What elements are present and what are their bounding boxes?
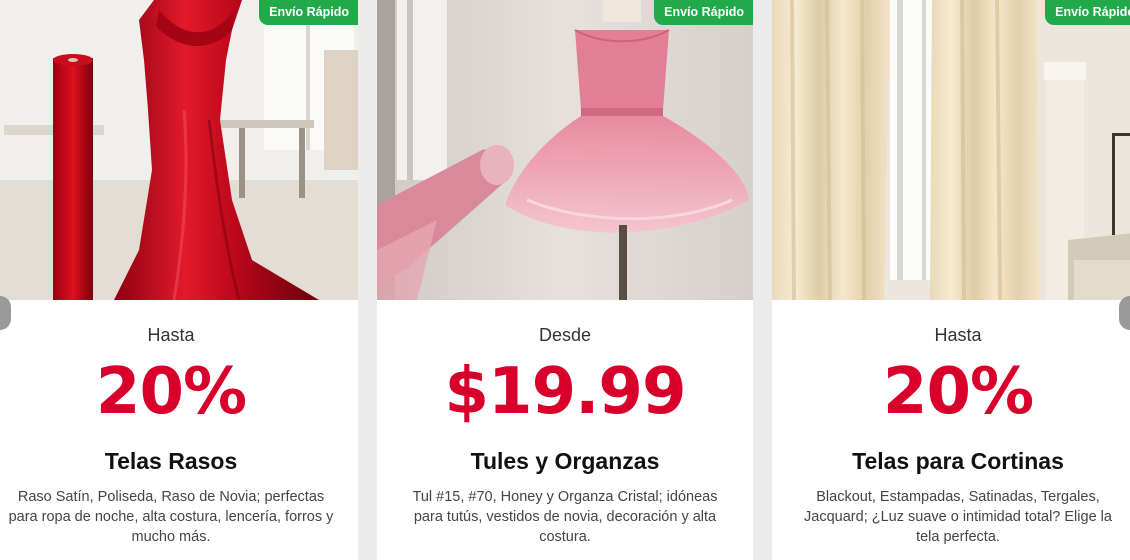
price-prefix: Hasta <box>934 325 982 345</box>
category-title[interactable]: Telas Rasos <box>0 448 358 475</box>
category-description: Blackout, Estampadas, Satinadas, Tergale… <box>804 489 1112 545</box>
card-content: Hasta 20% Telas Rasos Raso Satín, Polise… <box>0 300 358 560</box>
category-image-red-satin-dress[interactable]: Envío Rápido <box>0 0 358 300</box>
price-value: $19.99 <box>444 355 687 429</box>
chevron-right-icon[interactable] <box>1119 296 1130 330</box>
category-title[interactable]: Tules y Organzas <box>377 448 753 475</box>
price-prefix: Hasta <box>147 325 195 345</box>
product-carousel: Envío Rápido Hasta 20% Telas Rasos Raso … <box>0 0 1130 560</box>
category-image-pink-tulle-dress[interactable]: Envío Rápido <box>377 0 753 300</box>
category-card-telas-rasos[interactable]: Envío Rápido Hasta 20% Telas Rasos Raso … <box>0 0 358 560</box>
category-description: Tul #15, #70, Honey y Organza Cristal; i… <box>412 489 718 545</box>
category-card-telas-cortinas[interactable]: Envío Rápido Hasta 20% Telas para Cortin… <box>772 0 1130 560</box>
card-content: Desde $19.99 Tules y Organzas Tul #15, #… <box>377 300 753 560</box>
fast-shipping-badge: Envío Rápido <box>654 0 753 25</box>
category-title[interactable]: Telas para Cortinas <box>772 448 1130 475</box>
discount-value: 20% <box>882 355 1034 429</box>
fast-shipping-badge: Envío Rápido <box>1045 0 1130 25</box>
card-content: Hasta 20% Telas para Cortinas Blackout, … <box>772 300 1130 560</box>
discount-value: 20% <box>95 355 247 429</box>
category-description: Raso Satín, Poliseda, Raso de Novia; per… <box>8 489 334 545</box>
price-prefix: Desde <box>538 325 592 345</box>
category-image-curtains[interactable]: Envío Rápido <box>772 0 1130 300</box>
category-card-tules-organzas[interactable]: Envío Rápido Desde $19.99 Tules y Organz… <box>377 0 753 560</box>
fast-shipping-badge: Envío Rápido <box>259 0 358 25</box>
